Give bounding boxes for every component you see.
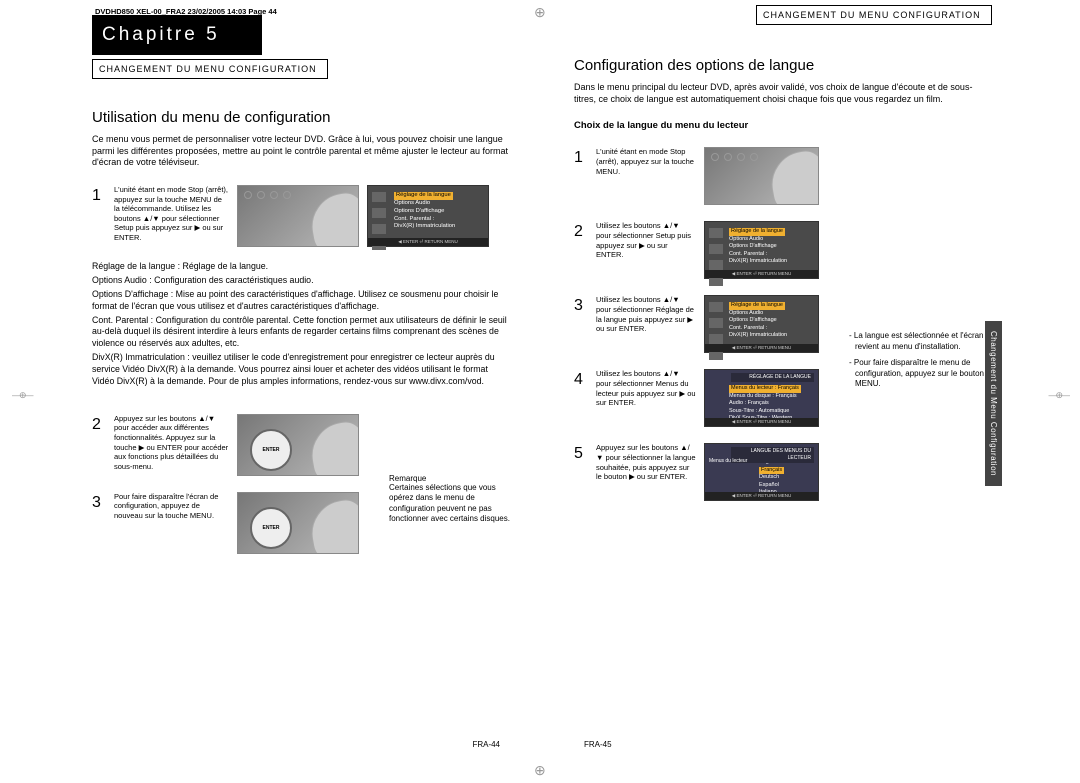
right-step-2: 2 Utilisez les boutons ▲/▼ pour sélectio… [574,221,819,279]
remark-text: Certaines sélections que vous opérez dan… [389,483,510,525]
step-number: 2 [92,414,106,434]
chapter-title: Chapitre 5 [92,15,262,55]
step-text: Utilisez les boutons ▲/▼ pour sélectionn… [596,295,696,333]
list-item: Options Audio : Configuration des caract… [92,275,510,287]
page-number-right: FRA-45 [584,740,612,749]
left-step-3: 3 Pour faire disparaître l'écran de conf… [92,492,359,554]
remote-illustration-2: ENTER [237,414,359,476]
lead-paragraph-left: Ce menu vous permet de personnaliser vot… [92,134,510,169]
crop-mark-right: —⊕— [1048,390,1068,401]
remote-illustration-r1 [704,147,819,205]
step-number: 5 [574,443,588,463]
step-number: 3 [574,295,588,315]
step-number: 2 [574,221,588,241]
right-step-5: 5 Appuyez sur les boutons ▲/▼ pour sélec… [574,443,819,501]
page-number-left: FRA-44 [472,740,500,749]
list-item: Cont. Parental : Configuration du contrô… [92,315,510,351]
side-notes: - La langue est sélectionnée et l'écran … [849,331,992,389]
menu-screenshot-r4: RÉGLAGE DE LA LANGUE Menus du lecteur : … [704,369,819,427]
right-step-1: 1 L'unité étant en mode Stop (arrêt), ap… [574,147,819,205]
step-number: 1 [92,185,106,205]
step-text: Utilisez les boutons ▲/▼ pour sélectionn… [596,221,696,259]
list-item: Réglage de la langue : Réglage de la lan… [92,261,510,273]
list-item: Options D'affichage : Mise au point des … [92,289,510,313]
step-text: L'unité étant en mode Stop (arrêt), appu… [114,185,229,247]
step-text: L'unité étant en mode Stop (arrêt), appu… [596,147,696,176]
crop-mark-left: —⊕— [12,390,32,401]
lead-paragraph-right: Dans le menu principal du lecteur DVD, a… [574,82,992,105]
step-number: 4 [574,369,588,389]
step-text: Appuyez sur les boutons ▲/▼ pour sélecti… [596,443,696,481]
page-right: CHANGEMENT DU MENU CONFIGURATION Configu… [574,5,992,735]
section-label: Choix de la langue du menu du lecteur [574,120,992,131]
step-text: Appuyez sur les boutons ▲/▼ pour accéder… [114,414,229,472]
remote-illustration-3: ENTER [237,492,359,554]
side-tab: Changement du Menu Configuration [985,321,1002,486]
menu-screenshot-1: Réglage de la langue Options Audio Optio… [367,185,489,247]
page-left: Chapitre 5 CHANGEMENT DU MENU CONFIGURAT… [92,5,510,735]
step-text: Pour faire disparaître l'écran de config… [114,492,229,521]
menu-screenshot-r2: Réglage de la langue Options Audio Optio… [704,221,819,279]
remark-label: Remarque [389,474,510,483]
page-title-left: Utilisation du menu de configuration [92,109,510,126]
step-number: 3 [92,492,106,512]
note-item: - Pour faire disparaître le menu de conf… [849,358,992,389]
right-step-3: 3 Utilisez les boutons ▲/▼ pour sélectio… [574,295,819,353]
remote-illustration-1 [237,185,359,247]
page-title-right: Configuration des options de langue [574,57,992,74]
crop-mark-bottom [534,762,546,779]
step-number: 1 [574,147,588,167]
list-item: DivX(R) Immatriculation : veuillez utili… [92,352,510,388]
section-subhead-right: CHANGEMENT DU MENU CONFIGURATION [756,5,992,25]
section-subhead-left: CHANGEMENT DU MENU CONFIGURATION [92,59,328,79]
right-step-4: 4 Utilisez les boutons ▲/▼ pour sélectio… [574,369,819,427]
left-step-2: 2 Appuyez sur les boutons ▲/▼ pour accéd… [92,414,359,476]
menu-screenshot-r3: Réglage de la langue Options Audio Optio… [704,295,819,353]
feature-list: Réglage de la langue : Réglage de la lan… [92,261,510,388]
step-text: Utilisez les boutons ▲/▼ pour sélectionn… [596,369,696,407]
left-step-1: 1 L'unité étant en mode Stop (arrêt), ap… [92,185,510,247]
menu-screenshot-r5: LANGUE DES MENUS DU LECTEUR Menus du lec… [704,443,819,501]
note-item: - La langue est sélectionnée et l'écran … [849,331,992,352]
